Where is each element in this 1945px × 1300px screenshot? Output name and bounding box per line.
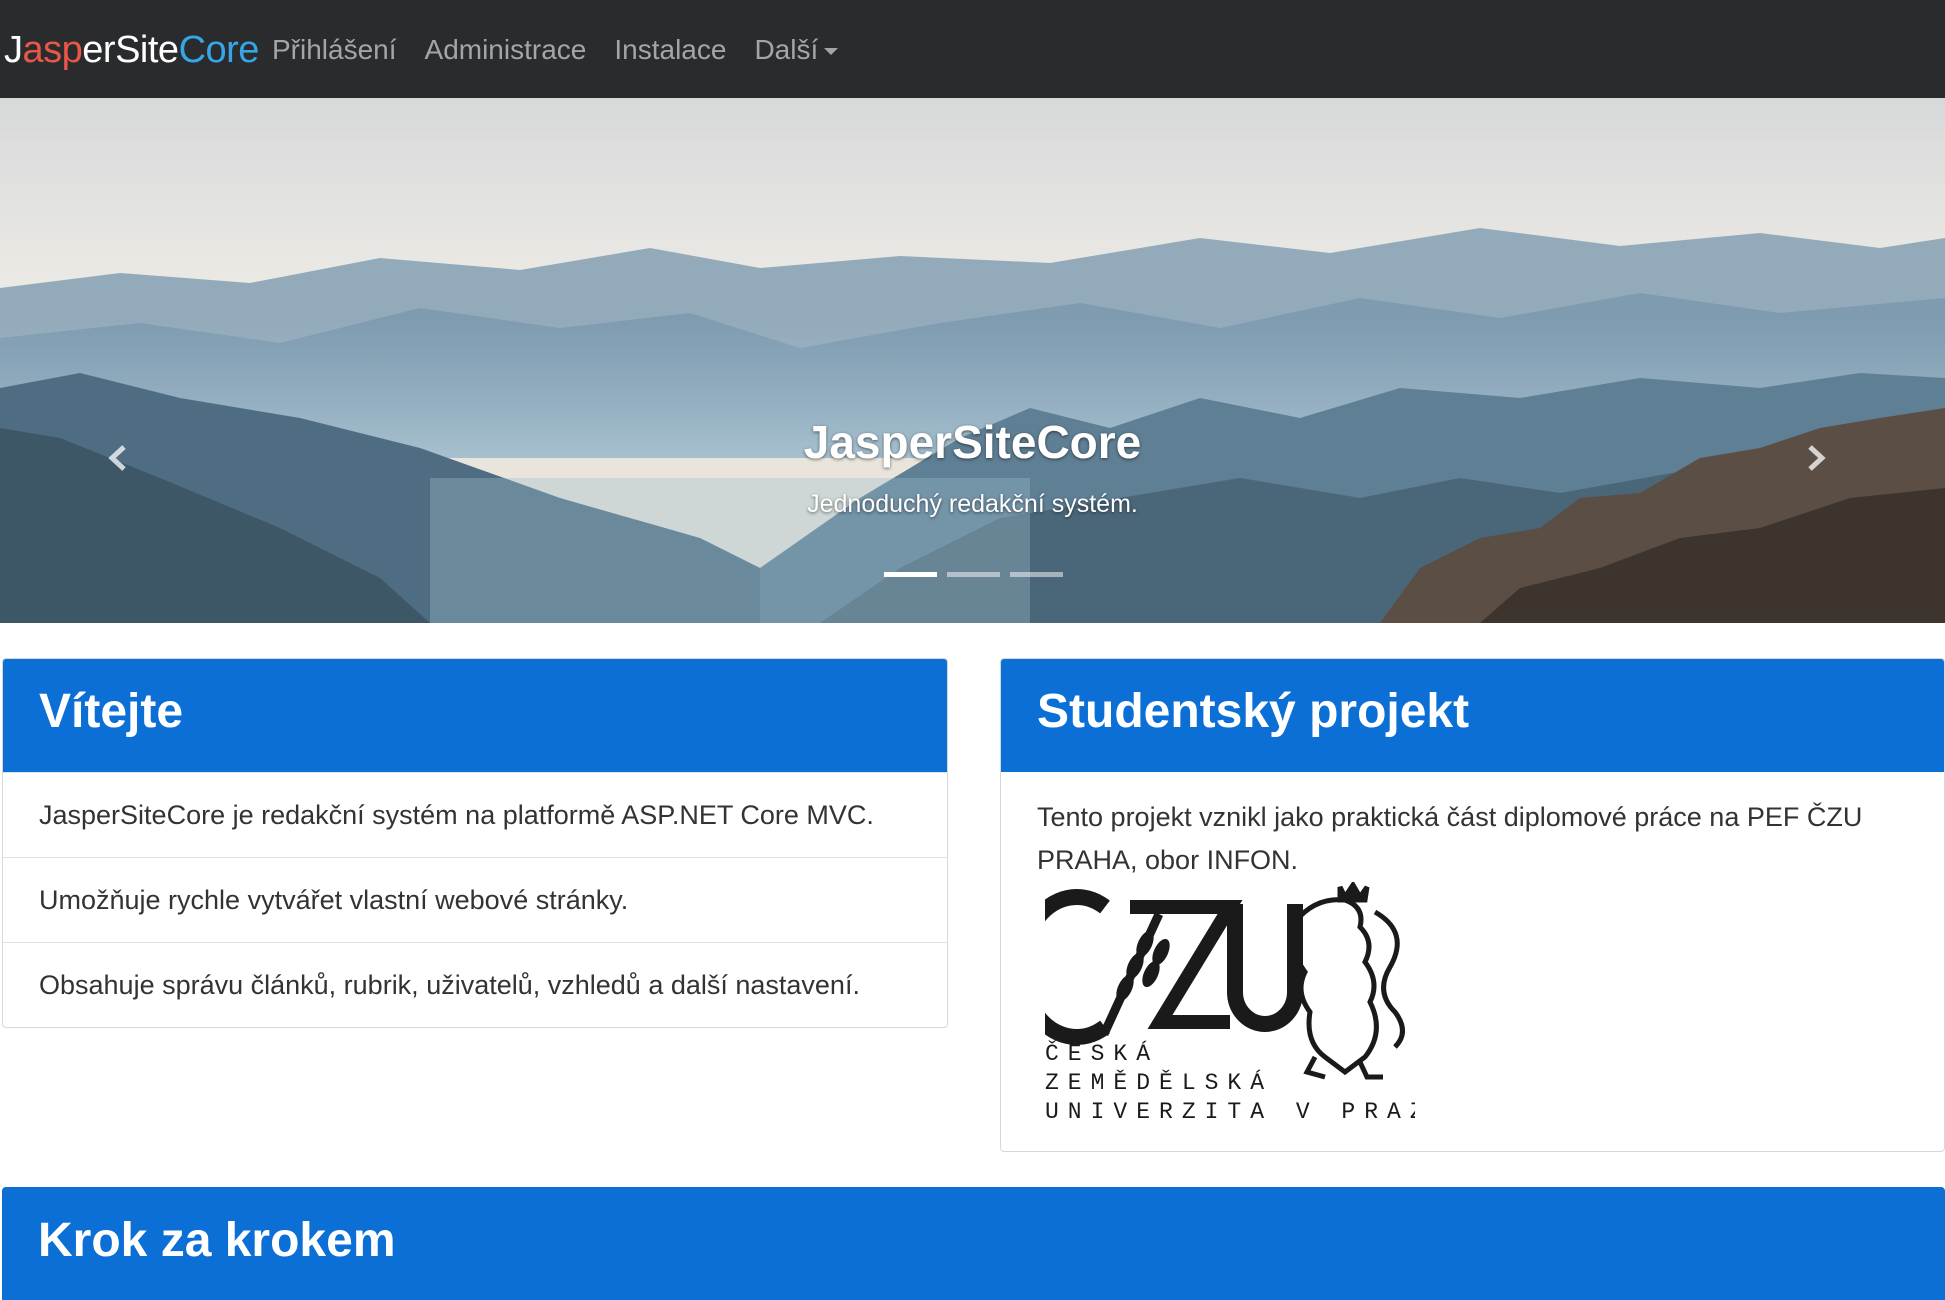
nav-dropdown-more[interactable]: Další xyxy=(754,30,839,70)
welcome-panel-title: Vítejte xyxy=(3,659,947,772)
czu-logo-line-3: UNIVERZITA V PRAZE xyxy=(1045,1099,1415,1125)
czu-logo: ČESKÁ ZEMĚDĚLSKÁ UNIVERZITA V PRAZE xyxy=(1045,882,1415,1125)
caret-down-icon xyxy=(824,48,839,56)
nav-link-installation[interactable]: Instalace xyxy=(614,30,726,70)
hero-carousel: JasperSiteCore Jednoduchý redakční systé… xyxy=(0,98,1945,623)
brand-part-3: erSite xyxy=(82,29,179,71)
welcome-panel: Vítejte JasperSiteCore je redakční systé… xyxy=(2,658,948,1028)
list-item: JasperSiteCore je redakční systém na pla… xyxy=(3,772,947,857)
czu-logo-line-1: ČESKÁ xyxy=(1045,1039,1159,1067)
nav-dropdown-more-label: Další xyxy=(754,34,819,65)
student-project-text: Tento projekt vznikl jako praktická část… xyxy=(1037,802,1863,875)
navbar: JasperSiteCore Přihlášení Administrace I… xyxy=(0,0,1945,98)
carousel-indicator-2[interactable] xyxy=(947,572,1000,577)
nav-link-administration[interactable]: Administrace xyxy=(425,30,587,70)
carousel-indicator-3[interactable] xyxy=(1010,572,1063,577)
brand-part-1: J xyxy=(4,29,23,71)
step-by-step-panel: Krok za krokem xyxy=(2,1187,1945,1300)
nav-menu: Přihlášení Administrace Instalace Další xyxy=(272,30,866,70)
step-by-step-panel-title: Krok za krokem xyxy=(2,1187,1945,1300)
carousel-indicator-1[interactable] xyxy=(884,572,937,577)
list-item: Umožňuje rychle vytvářet vlastní webové … xyxy=(3,857,947,942)
carousel-caption-title: JasperSiteCore xyxy=(803,416,1142,468)
mountain-landscape-image xyxy=(0,98,1945,623)
carousel-caption-subtitle: Jednoduchý redakční systém. xyxy=(807,490,1138,518)
nav-link-login[interactable]: Přihlášení xyxy=(272,30,397,70)
list-item: Obsahuje správu článků, rubrik, uživatel… xyxy=(3,942,947,1027)
brand-part-4: Core xyxy=(178,29,260,71)
student-project-panel-title: Studentský projekt xyxy=(1001,659,1944,772)
czu-logo-line-2: ZEMĚDĚLSKÁ xyxy=(1045,1069,1273,1096)
brand-logo[interactable]: JasperSiteCore xyxy=(4,28,259,72)
carousel-indicators xyxy=(884,572,1073,577)
brand-part-2: asp xyxy=(22,29,83,71)
